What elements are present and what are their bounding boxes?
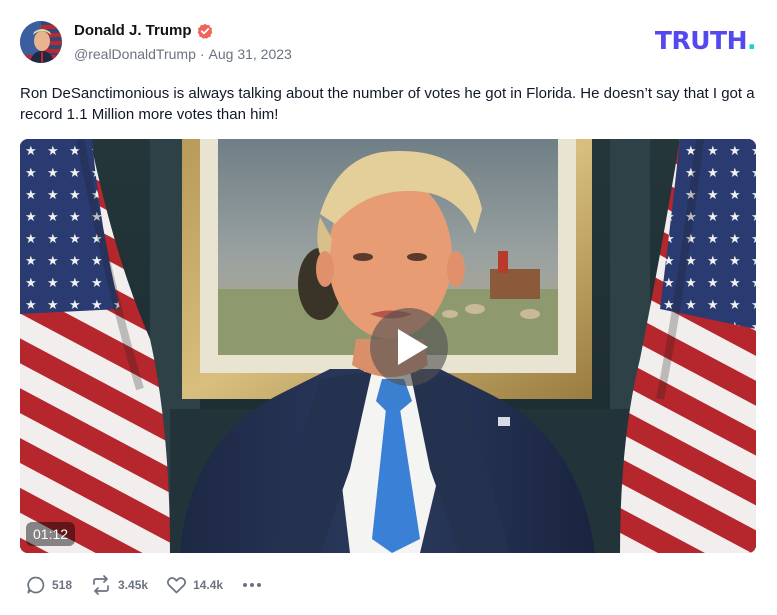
- author-handle[interactable]: @realDonaldTrump: [74, 46, 196, 62]
- more-dot: [250, 583, 255, 587]
- like-button[interactable]: 14.4k: [166, 575, 223, 595]
- avatar[interactable]: [20, 21, 62, 63]
- reply-button[interactable]: 518: [26, 575, 72, 595]
- like-icon: [167, 577, 187, 594]
- more-dot: [257, 583, 262, 587]
- post-text: Ron DeSanctimonious is always talking ab…: [20, 85, 755, 123]
- video-player[interactable]: ★: [20, 139, 756, 553]
- author-name-row: Donald J. Trump: [74, 22, 213, 39]
- retruth-count: 3.45k: [118, 578, 149, 592]
- verified-badge-icon: [197, 23, 213, 39]
- retruth-button[interactable]: 3.45k: [90, 575, 148, 595]
- reply-count: 518: [52, 578, 73, 592]
- avatar-image: [20, 21, 62, 63]
- meta-separator: ·: [199, 46, 205, 62]
- video-duration: 01:12: [26, 522, 76, 546]
- post-date[interactable]: Aug 31, 2023: [209, 46, 292, 62]
- play-icon: [398, 329, 428, 365]
- like-count: 14.4k: [193, 578, 224, 592]
- author-meta-row: @realDonaldTrump · Aug 31, 2023: [74, 46, 292, 62]
- truth-post: Donald J. Trump @realDonaldTrump · Aug 3…: [0, 0, 777, 615]
- author-display-name[interactable]: Donald J. Trump: [74, 22, 192, 39]
- retruth-icon: [93, 575, 109, 595]
- logo-text: TRUTH: [654, 26, 748, 55]
- truth-social-logo[interactable]: TRUTH.: [654, 26, 757, 55]
- post-actions: 518 3.45k 14.4k: [26, 574, 262, 596]
- logo-dot: .: [747, 26, 757, 55]
- reply-icon: [27, 576, 45, 594]
- more-options-icon[interactable]: [243, 575, 262, 595]
- more-dot: [243, 583, 248, 587]
- play-button[interactable]: [370, 308, 448, 386]
